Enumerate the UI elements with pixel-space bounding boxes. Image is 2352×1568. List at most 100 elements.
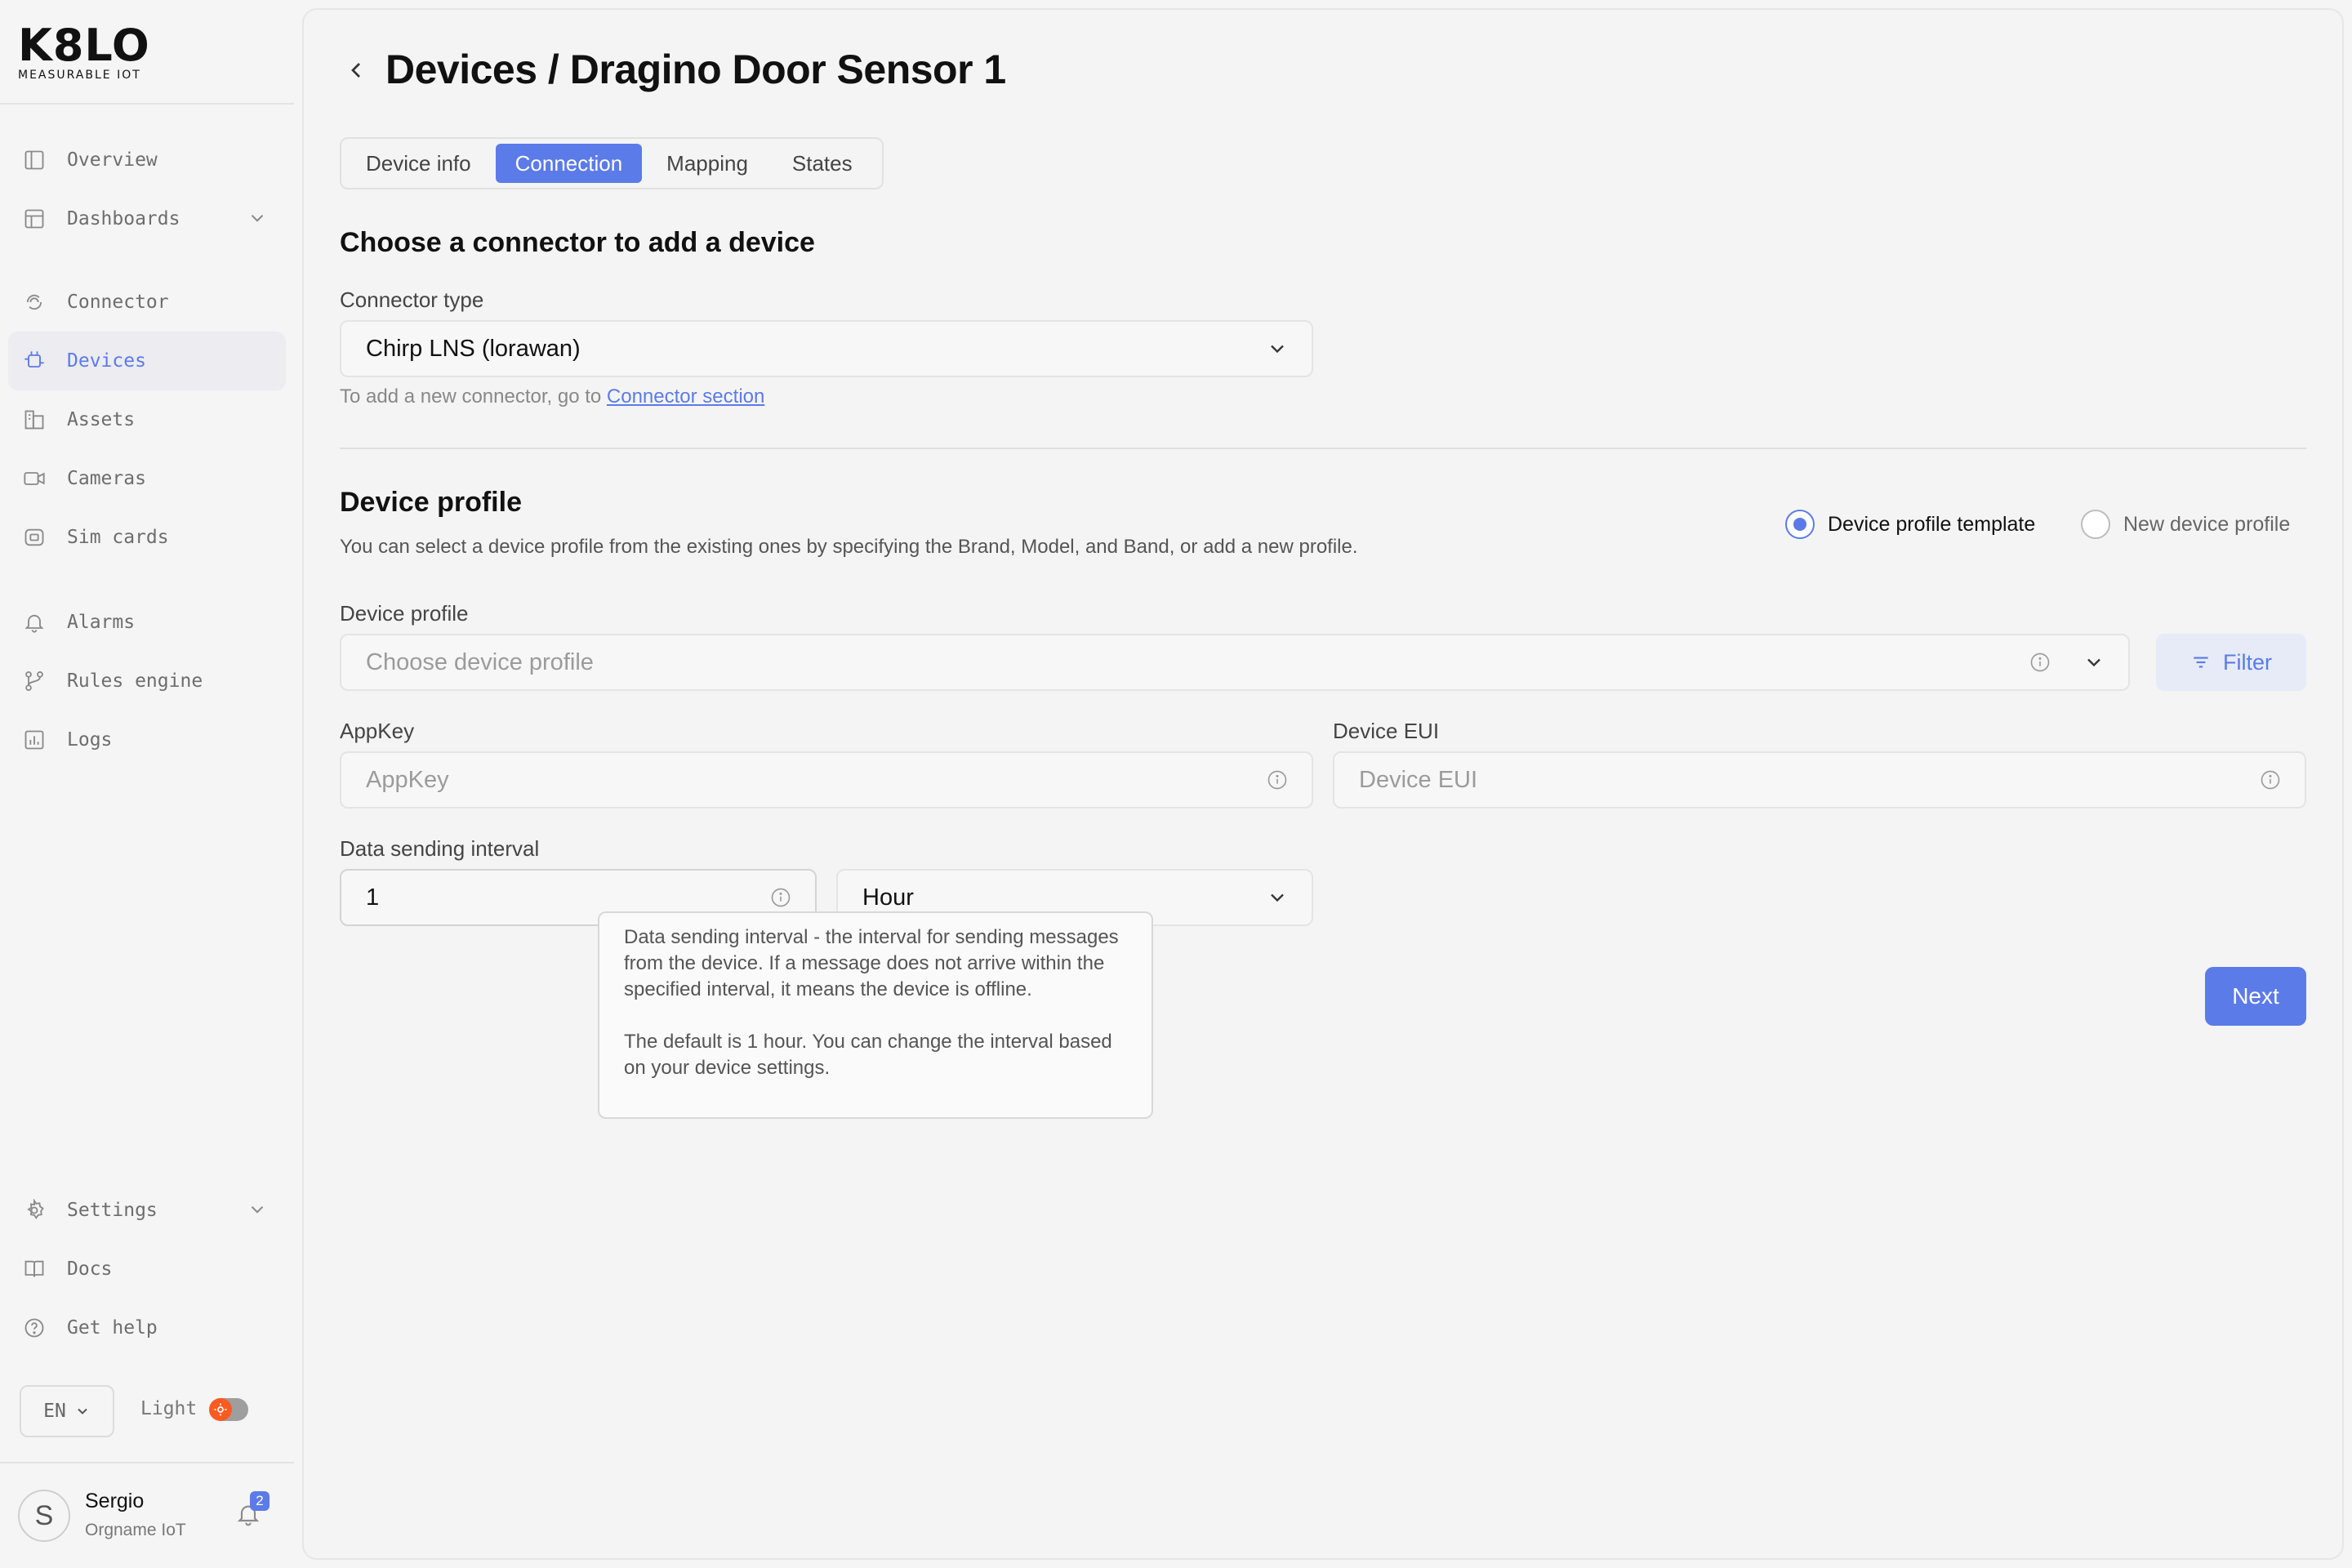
sidebar-item-cameras[interactable]: Cameras bbox=[8, 449, 286, 508]
connector-helper-text: To add a new connector, go to Connector … bbox=[340, 385, 764, 408]
sidebar-item-settings[interactable]: Settings bbox=[8, 1181, 286, 1240]
radio-label: Device profile template bbox=[1828, 512, 2036, 536]
chevron-down-icon[interactable] bbox=[247, 1199, 268, 1220]
sidebar-item-label: Alarms bbox=[67, 612, 136, 633]
chevron-down-icon[interactable] bbox=[247, 207, 268, 229]
tab-states[interactable]: States bbox=[773, 144, 872, 183]
tooltip-paragraph: The default is 1 hour. You can change th… bbox=[624, 1031, 1112, 1079]
sidebar-divider bbox=[0, 103, 294, 105]
tooltip-paragraph: Data sending interval - the interval for… bbox=[624, 926, 1119, 1000]
tab-connection[interactable]: Connection bbox=[495, 144, 643, 183]
page-title: Devices / Dragino Door Sensor 1 bbox=[385, 47, 1006, 92]
assets-icon bbox=[23, 408, 46, 431]
interval-value: 1 bbox=[366, 884, 380, 911]
sidebar-item-logs[interactable]: Logs bbox=[8, 710, 286, 769]
devices-icon bbox=[23, 350, 46, 372]
chevron-down-icon bbox=[2087, 658, 2100, 667]
theme-toggle[interactable] bbox=[209, 1398, 248, 1421]
filter-button[interactable]: Filter bbox=[2156, 634, 2306, 691]
device-profile-description: You can select a device profile from the… bbox=[340, 536, 1358, 558]
info-icon[interactable] bbox=[2259, 768, 2282, 791]
chevron-down-icon bbox=[1271, 893, 1284, 902]
radio-button-unselected[interactable] bbox=[2081, 510, 2110, 539]
logo[interactable]: K8LO MEASURABLE IOT bbox=[18, 24, 150, 82]
sim-card-icon bbox=[23, 526, 46, 549]
device-eui-input[interactable]: Device EUI bbox=[1333, 751, 2306, 808]
sidebar-item-label: Sim cards bbox=[67, 527, 169, 548]
gear-icon bbox=[23, 1199, 46, 1222]
dashboards-icon bbox=[23, 207, 46, 230]
interval-unit-value: Hour bbox=[862, 884, 914, 911]
sidebar-item-label: Logs bbox=[67, 729, 113, 751]
logs-icon bbox=[23, 728, 46, 751]
sidebar-item-alarms[interactable]: Alarms bbox=[8, 593, 286, 652]
sidebar-divider bbox=[0, 1462, 294, 1463]
tab-bar: Device info Connection Mapping States bbox=[340, 137, 884, 189]
sidebar-item-sim-cards[interactable]: Sim cards bbox=[8, 508, 286, 567]
radio-device-profile-template[interactable]: Device profile template bbox=[1785, 510, 2035, 539]
appkey-label: AppKey bbox=[340, 719, 415, 743]
theme-label: Light bbox=[140, 1398, 198, 1419]
sun-icon bbox=[209, 1398, 232, 1421]
appkey-placeholder: AppKey bbox=[366, 766, 449, 793]
device-profile-section-title: Device profile bbox=[340, 487, 522, 518]
sidebar-item-label: Assets bbox=[67, 409, 136, 430]
info-icon[interactable] bbox=[2029, 651, 2051, 674]
device-eui-label: Device EUI bbox=[1333, 719, 1440, 743]
chevron-down-icon bbox=[1271, 345, 1284, 354]
interval-tooltip: Data sending interval - the interval for… bbox=[598, 911, 1153, 1119]
filter-button-label: Filter bbox=[2223, 649, 2272, 675]
user-org: Orgname IoT bbox=[85, 1521, 186, 1539]
book-icon bbox=[23, 1258, 46, 1281]
radio-button-selected[interactable] bbox=[1785, 510, 1815, 539]
connector-type-select[interactable]: Chirp LNS (lorawan) bbox=[340, 320, 1313, 377]
device-profile-select[interactable]: Choose device profile bbox=[340, 634, 2130, 691]
connector-icon bbox=[23, 291, 46, 314]
sidebar-item-label: Dashboards bbox=[67, 208, 180, 229]
tab-device-info[interactable]: Device info bbox=[346, 144, 491, 183]
connector-helper-prefix: To add a new connector, go to bbox=[340, 385, 602, 408]
connector-section-title: Choose a connector to add a device bbox=[340, 227, 815, 258]
sidebar-item-devices[interactable]: Devices bbox=[8, 332, 286, 390]
rules-engine-icon bbox=[23, 670, 46, 693]
sidebar-item-label: Cameras bbox=[67, 468, 146, 489]
connector-type-value: Chirp LNS (lorawan) bbox=[366, 335, 581, 362]
sidebar-item-label: Settings bbox=[67, 1200, 158, 1221]
sidebar-item-label: Rules engine bbox=[67, 670, 203, 692]
device-profile-placeholder: Choose device profile bbox=[366, 648, 594, 675]
chevron-down-icon bbox=[78, 1408, 87, 1414]
info-icon[interactable] bbox=[769, 886, 792, 909]
connector-type-label: Connector type bbox=[340, 287, 484, 312]
radio-label: New device profile bbox=[2123, 512, 2291, 536]
sidebar-item-label: Docs bbox=[67, 1258, 113, 1280]
info-icon[interactable] bbox=[1266, 768, 1289, 791]
user-name: Sergio bbox=[85, 1490, 145, 1512]
device-eui-placeholder: Device EUI bbox=[1359, 766, 1478, 793]
tab-mapping[interactable]: Mapping bbox=[647, 144, 768, 183]
appkey-input[interactable]: AppKey bbox=[340, 751, 1313, 808]
sidebar-item-dashboards[interactable]: Dashboards bbox=[8, 189, 286, 248]
avatar[interactable]: S bbox=[18, 1490, 70, 1542]
language-select[interactable]: EN bbox=[20, 1385, 114, 1437]
logo-tagline: MEASURABLE IOT bbox=[18, 69, 141, 82]
camera-icon bbox=[23, 467, 46, 490]
sidebar-item-docs[interactable]: Docs bbox=[8, 1240, 286, 1298]
overview-icon bbox=[23, 149, 46, 172]
connector-section-link[interactable]: Connector section bbox=[607, 385, 764, 408]
device-profile-label: Device profile bbox=[340, 601, 469, 626]
sidebar-item-get-help[interactable]: Get help bbox=[8, 1298, 286, 1357]
logo-wordmark: K8LO bbox=[18, 20, 150, 71]
radio-new-device-profile[interactable]: New device profile bbox=[2081, 510, 2290, 539]
language-value: EN bbox=[43, 1401, 66, 1422]
sidebar-item-assets[interactable]: Assets bbox=[8, 390, 286, 449]
sidebar-item-label: Overview bbox=[67, 149, 158, 171]
back-arrow-icon[interactable] bbox=[343, 57, 369, 83]
next-button[interactable]: Next bbox=[2205, 967, 2306, 1026]
help-icon bbox=[23, 1316, 46, 1339]
sidebar-item-overview[interactable]: Overview bbox=[8, 131, 286, 189]
sidebar: K8LO MEASURABLE IOT Overview Dashboards … bbox=[0, 0, 299, 1568]
sidebar-item-rules-engine[interactable]: Rules engine bbox=[8, 652, 286, 710]
sidebar-item-connector[interactable]: Connector bbox=[8, 273, 286, 332]
sidebar-item-label: Connector bbox=[67, 292, 169, 313]
notification-count-badge: 2 bbox=[250, 1491, 270, 1511]
